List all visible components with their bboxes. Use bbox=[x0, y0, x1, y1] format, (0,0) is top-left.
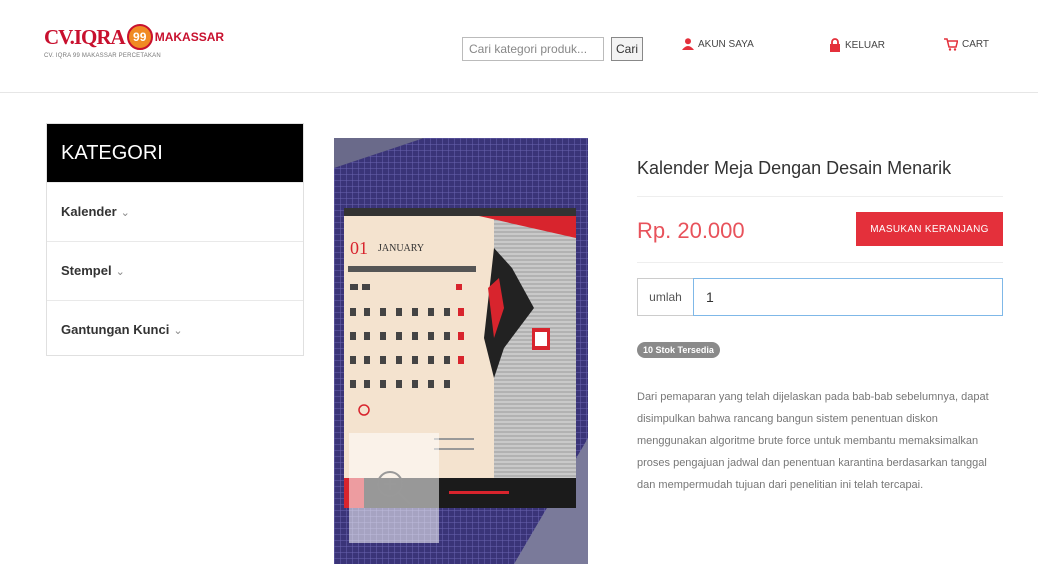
sidebar-item-kalender[interactable]: Kalender ⌄ bbox=[47, 182, 303, 241]
calendar-month: JANUARY bbox=[378, 243, 424, 254]
category-sidebar: KATEGORI Kalender ⌄ Stempel ⌄ Gantungan Ku… bbox=[46, 123, 304, 356]
sidebar-heading: KATEGORI bbox=[47, 124, 303, 182]
product-price: Rp. 20.000 bbox=[637, 218, 745, 243]
logo-city: MAKASSAR bbox=[154, 30, 225, 44]
logo-name: CV.IQRA bbox=[44, 24, 126, 49]
cart-label: CART bbox=[962, 39, 990, 50]
chevron-down-icon: ⌄ bbox=[120, 207, 130, 219]
lock-icon bbox=[830, 38, 840, 52]
account-label: AKUN SAYA bbox=[698, 38, 754, 50]
cart-link[interactable]: CART bbox=[944, 38, 989, 51]
brand-logo[interactable]: CV.IQRA 99 MAKASSAR CV. IQRA 99 MAKASSAR… bbox=[44, 24, 224, 59]
search-button[interactable]: Cari bbox=[611, 37, 643, 61]
add-to-cart-button[interactable]: MASUKAN KERANJANG bbox=[856, 212, 1003, 246]
product-title: Kalender Meja Dengan Desain Menarik bbox=[637, 158, 952, 178]
calendar-day: 01 bbox=[350, 238, 368, 258]
sidebar-item-label: Stempel bbox=[61, 263, 112, 278]
chevron-down-icon: ⌄ bbox=[115, 266, 125, 278]
sidebar-item-label: Gantungan Kunci bbox=[61, 322, 170, 337]
product-description: Dari pemaparan yang telah dijelaskan pad… bbox=[637, 391, 989, 491]
logo-badge: 99 bbox=[126, 24, 153, 50]
user-icon bbox=[682, 38, 694, 50]
logout-label: KELUAR bbox=[845, 39, 886, 51]
site-header: CV.IQRA 99 MAKASSAR CV. IQRA 99 MAKASSAR… bbox=[0, 0, 1038, 93]
cart-icon bbox=[944, 38, 958, 51]
divider bbox=[637, 196, 1003, 197]
divider bbox=[637, 262, 1003, 263]
quantity-group: umlah bbox=[637, 278, 1003, 316]
stock-badge: 10 Stok Tersedia bbox=[637, 342, 720, 358]
search-input[interactable] bbox=[462, 37, 604, 61]
zoom-button[interactable] bbox=[349, 433, 439, 543]
logout-link[interactable]: KELUAR bbox=[829, 38, 885, 52]
logo-tagline: CV. IQRA 99 MAKASSAR PERCETAKAN bbox=[44, 53, 161, 59]
sidebar-item-stempel[interactable]: Stempel ⌄ bbox=[47, 241, 303, 300]
chevron-down-icon: ⌄ bbox=[173, 325, 183, 337]
sidebar-item-label: Kalender bbox=[61, 204, 117, 219]
quantity-label: umlah bbox=[637, 278, 693, 316]
quantity-input[interactable] bbox=[693, 278, 1003, 316]
sidebar-item-gantungan-kunci[interactable]: Gantungan Kunci ⌄ bbox=[47, 300, 303, 359]
account-link[interactable]: AKUN SAYA bbox=[682, 38, 754, 50]
zoom-in-icon bbox=[377, 471, 412, 506]
